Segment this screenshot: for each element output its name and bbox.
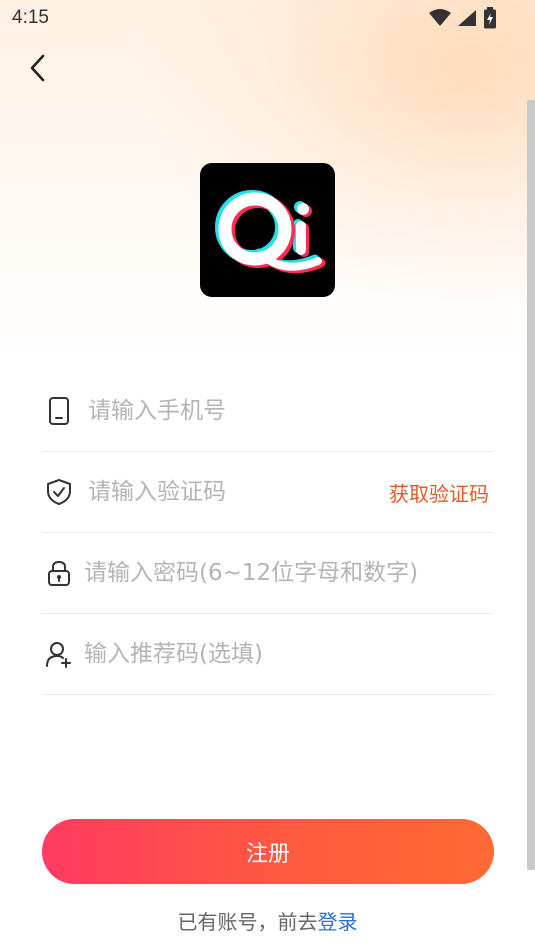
phone-input[interactable]: [88, 398, 493, 424]
chevron-left-icon: [30, 54, 45, 82]
user-add-icon: [42, 637, 76, 671]
status-icons: [429, 7, 497, 29]
login-link[interactable]: 登录: [318, 910, 358, 934]
referral-row: [42, 614, 493, 695]
phone-row: [42, 371, 493, 452]
password-row: [42, 533, 493, 614]
register-button[interactable]: 注册: [42, 819, 494, 884]
password-input[interactable]: [84, 560, 493, 586]
login-prompt: 已有账号，前去登录: [0, 906, 535, 935]
get-code-button[interactable]: 获取验证码: [389, 478, 489, 507]
app-logo-mark: [215, 190, 326, 274]
login-prompt-text: 已有账号，前去: [177, 910, 318, 934]
status-time: 4:15: [12, 7, 49, 28]
scrollbar[interactable]: [527, 100, 535, 870]
phone-icon: [42, 394, 76, 428]
lock-icon: [42, 556, 76, 590]
code-input[interactable]: [88, 479, 389, 505]
battery-charging-icon: [484, 7, 496, 29]
app-logo: [200, 163, 335, 297]
wifi-icon: [429, 9, 451, 26]
cellular-signal-icon: [458, 10, 476, 26]
status-bar: 4:15: [0, 0, 535, 36]
back-button[interactable]: [18, 48, 58, 88]
shield-check-icon: [42, 475, 76, 509]
referral-input[interactable]: [84, 641, 493, 667]
code-row: 获取验证码: [42, 452, 493, 533]
